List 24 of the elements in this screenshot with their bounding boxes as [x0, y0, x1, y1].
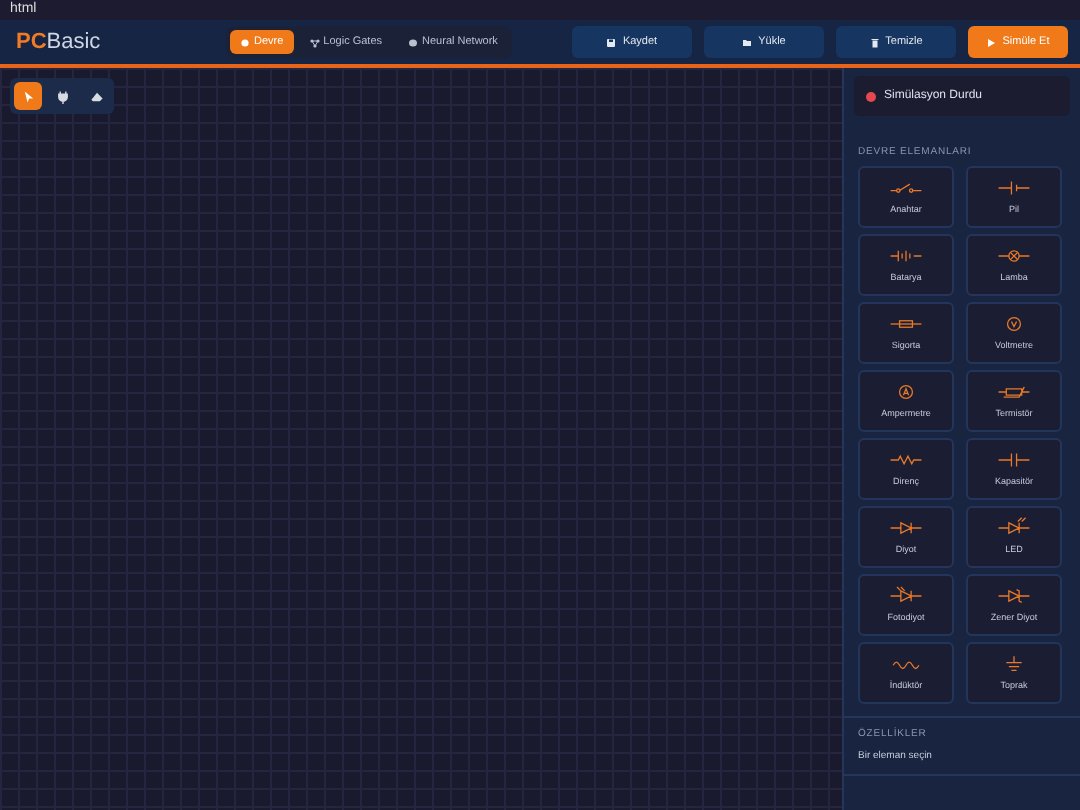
inductor-symbol-icon — [888, 656, 924, 672]
switch-symbol-icon — [888, 180, 924, 196]
fuse-symbol-icon — [888, 316, 924, 332]
battery-symbol-icon — [888, 248, 924, 264]
save-icon — [606, 37, 617, 47]
folder-icon — [742, 37, 753, 47]
photodiode-symbol-icon — [888, 588, 924, 604]
nodes-icon — [309, 37, 320, 47]
resistor-symbol-icon — [888, 452, 924, 468]
eraser-icon — [89, 89, 103, 103]
zener-diode-symbol-icon — [996, 588, 1032, 604]
cell-symbol-icon — [996, 180, 1032, 196]
circle-icon — [240, 37, 250, 47]
tool-button[interactable] — [14, 82, 42, 110]
cursor-icon — [21, 89, 35, 103]
capacitor-symbol-icon — [996, 452, 1032, 468]
play-icon — [986, 37, 997, 47]
led-symbol-icon — [996, 520, 1032, 536]
diode-symbol-icon — [888, 520, 924, 536]
lamp-symbol-icon — [996, 248, 1032, 264]
plug-icon — [55, 89, 69, 103]
thermistor-symbol-icon — [996, 384, 1032, 400]
app-logo: PCBasic — [16, 30, 103, 54]
trash-icon — [869, 37, 880, 47]
